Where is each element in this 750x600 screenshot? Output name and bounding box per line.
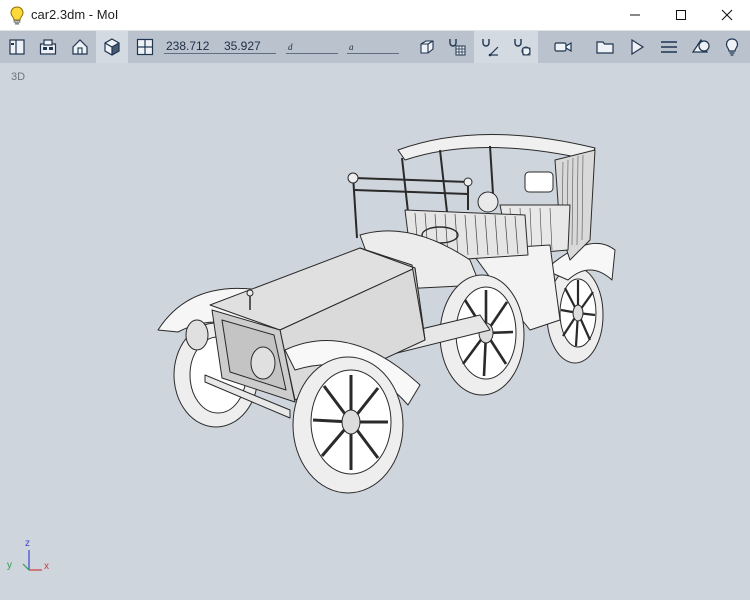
car-3d-model[interactable] — [150, 120, 620, 500]
straight-snap-icon — [482, 39, 499, 57]
object-snap-icon — [514, 39, 531, 56]
minimize-icon — [630, 14, 640, 16]
3d-view-button[interactable] — [96, 31, 128, 63]
axis-y-label: y — [7, 560, 12, 571]
lightbulb-icon — [725, 38, 739, 56]
camera-icon — [554, 41, 572, 53]
minimize-button[interactable] — [612, 0, 658, 30]
maximize-button[interactable] — [658, 0, 704, 30]
viewport-label[interactable]: 3D — [11, 71, 25, 83]
folder-button[interactable] — [590, 31, 620, 63]
close-button[interactable] — [704, 0, 750, 30]
coord-x-readout[interactable]: 238.712 — [166, 39, 209, 53]
angle-label: a — [349, 42, 354, 52]
run-icon — [631, 38, 645, 56]
distance-label: d — [288, 42, 293, 52]
window-title: car2.3dm - MoI — [31, 7, 119, 22]
straight-snap-button[interactable] — [474, 31, 506, 63]
object-snap-button[interactable] — [506, 31, 538, 63]
angle-field[interactable] — [347, 53, 399, 54]
axis-indicator: z x y — [4, 538, 54, 578]
front-left-wheel — [292, 356, 404, 494]
home-view-icon — [72, 39, 88, 55]
menu-button[interactable] — [654, 31, 684, 63]
view-presets-icon — [39, 39, 57, 55]
axis-x-label: x — [44, 561, 49, 572]
shapes-button[interactable] — [686, 31, 716, 63]
lightbulb-icon[interactable] — [9, 6, 25, 26]
folder-icon — [596, 41, 614, 54]
grid-snap-icon — [449, 39, 466, 56]
3d-cube-view-icon — [104, 38, 120, 56]
coord-underline — [164, 53, 276, 54]
panel-toggle-button[interactable] — [2, 31, 32, 63]
close-icon — [721, 9, 733, 21]
home-view-button[interactable] — [64, 31, 96, 63]
box-select-icon — [420, 40, 434, 54]
panel-toggle-icon — [9, 39, 25, 55]
menu-icon — [661, 41, 677, 53]
axis-z-label: z — [25, 538, 30, 549]
title-bar: car2.3dm - MoI — [0, 0, 750, 31]
toolbar: 238.712 35.927 d a — [0, 31, 750, 63]
box-select-button[interactable] — [414, 31, 440, 63]
distance-field[interactable] — [286, 53, 338, 54]
split-view-button[interactable] — [130, 31, 160, 63]
run-button[interactable] — [622, 31, 652, 63]
shapes-icon — [691, 38, 710, 53]
camera-button[interactable] — [548, 31, 578, 63]
grid-snap-button[interactable] — [442, 31, 472, 63]
help-button[interactable] — [718, 31, 746, 63]
split-view-icon — [136, 38, 154, 56]
maximize-icon — [676, 10, 686, 20]
view-presets-button[interactable] — [32, 31, 64, 63]
coord-y-readout[interactable]: 35.927 — [224, 39, 261, 53]
